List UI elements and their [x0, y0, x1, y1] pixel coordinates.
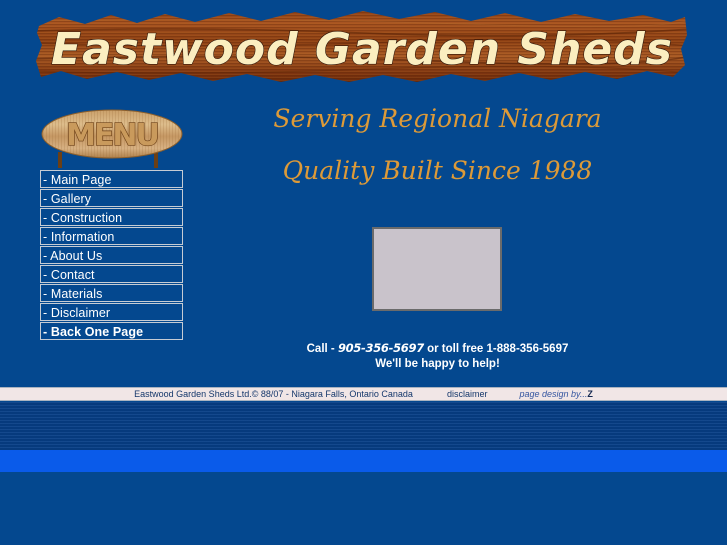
- footer-copyright: Eastwood Garden Sheds Ltd.© 88/07 - Niag…: [134, 389, 413, 399]
- menu-sign-label: MENU: [66, 118, 158, 153]
- sidebar-item-disclaimer[interactable]: - Disclaimer: [40, 303, 183, 321]
- footer-striped-band: [0, 402, 727, 450]
- headline-serving-region: Serving Regional Niagara: [273, 104, 602, 133]
- phone-tollfree: 1-888-356-5697: [486, 343, 569, 355]
- design-credit-text: page design by...: [519, 389, 588, 399]
- contact-call-line: Call - 905-356-5697 or toll free 1-888-3…: [185, 341, 690, 357]
- sidebar-item-main-page[interactable]: - Main Page: [40, 170, 183, 188]
- footer-accent-band: [0, 450, 727, 472]
- main-navigation: - Main Page - Gallery - Construction - I…: [40, 170, 183, 341]
- footer-bar: Eastwood Garden Sheds Ltd.© 88/07 - Niag…: [0, 387, 727, 401]
- sidebar-item-contact[interactable]: - Contact: [40, 265, 183, 283]
- page-bottom-fill: [0, 472, 727, 545]
- phone-local: 905-356-5697: [337, 341, 424, 355]
- footer-design-credit-link[interactable]: page design by...Z: [519, 389, 592, 399]
- sidebar-item-gallery[interactable]: - Gallery: [40, 189, 183, 207]
- headline-quality-built: Quality Built Since 1988: [282, 156, 593, 185]
- design-credit-initial: Z: [587, 389, 593, 399]
- call-middle-label: or toll free: [423, 343, 487, 355]
- shed-photo-placeholder: [372, 227, 502, 311]
- sidebar-item-back-one-page[interactable]: - Back One Page: [40, 322, 183, 340]
- menu-sign: MENU: [40, 108, 185, 170]
- call-prefix-label: Call -: [306, 343, 338, 355]
- footer-disclaimer-link[interactable]: disclaimer: [447, 389, 488, 399]
- contact-info: Call - 905-356-5697 or toll free 1-888-3…: [185, 341, 690, 372]
- contact-tagline: We'll be happy to help!: [375, 358, 500, 370]
- site-banner: Eastwood Garden Sheds: [33, 9, 691, 85]
- sidebar-item-information[interactable]: - Information: [40, 227, 183, 245]
- sidebar-item-construction[interactable]: - Construction: [40, 208, 183, 226]
- sidebar-item-about-us[interactable]: - About Us: [40, 246, 183, 264]
- sidebar-item-materials[interactable]: - Materials: [40, 284, 183, 302]
- banner-title: Eastwood Garden Sheds: [51, 24, 673, 75]
